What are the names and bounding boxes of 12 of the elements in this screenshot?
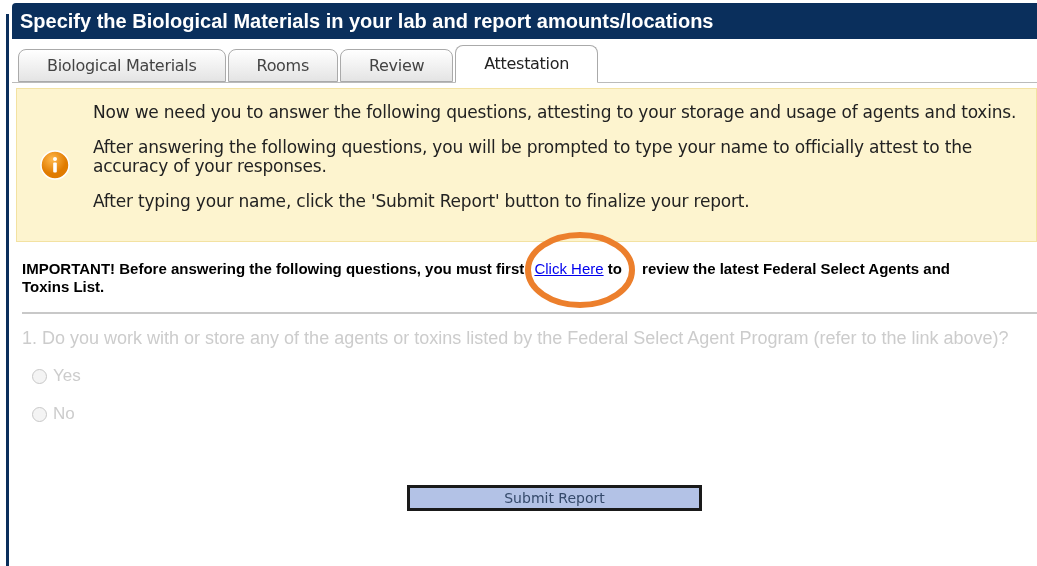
tab[interactable]: Rooms: [227, 49, 338, 82]
important-notice: IMPORTANT! Before answering the following questions, you must first Click Here to review the latest Federal Select Agents and Toxins List.: [22, 260, 997, 296]
info-text: Now we need you to answer the following questions, attesting to your storage and usage of agents and toxins.: [93, 103, 1018, 122]
page-title: Specify the Biological Materials in your lab and report amounts/locations: [20, 9, 714, 34]
info-text: After answering the following questions, you will be prompted to type your name to officially attest to the accuracy of your responses.: [93, 138, 973, 176]
tab[interactable]: Biological Materials: [18, 49, 226, 82]
info-text: After typing your name, click the 'Submit Report' button to finalize your report.: [93, 192, 751, 211]
click-here-link[interactable]: Click Here: [534, 260, 604, 277]
info-icon: [40, 150, 70, 180]
tab[interactable]: Review: [339, 49, 454, 82]
tab[interactable]: Attestation: [455, 45, 599, 83]
submit-report-button[interactable]: Submit Report: [407, 485, 702, 511]
